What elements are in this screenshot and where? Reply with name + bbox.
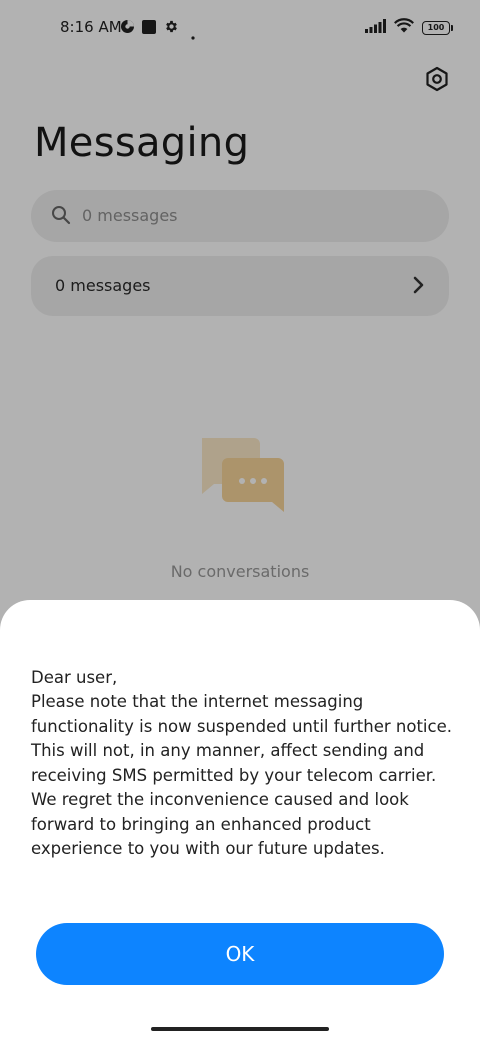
home-indicator[interactable] [151, 1027, 329, 1031]
ok-button[interactable]: OK [36, 923, 444, 985]
dialog-greeting: Dear user, [31, 668, 118, 687]
notice-dialog: Dear user, Please note that the internet… [0, 600, 480, 1040]
messaging-screen: 8:16 AM 100 Messaging 0 messages 0 messa… [0, 0, 480, 1040]
dialog-message: Please note that the internet messaging … [31, 692, 452, 858]
